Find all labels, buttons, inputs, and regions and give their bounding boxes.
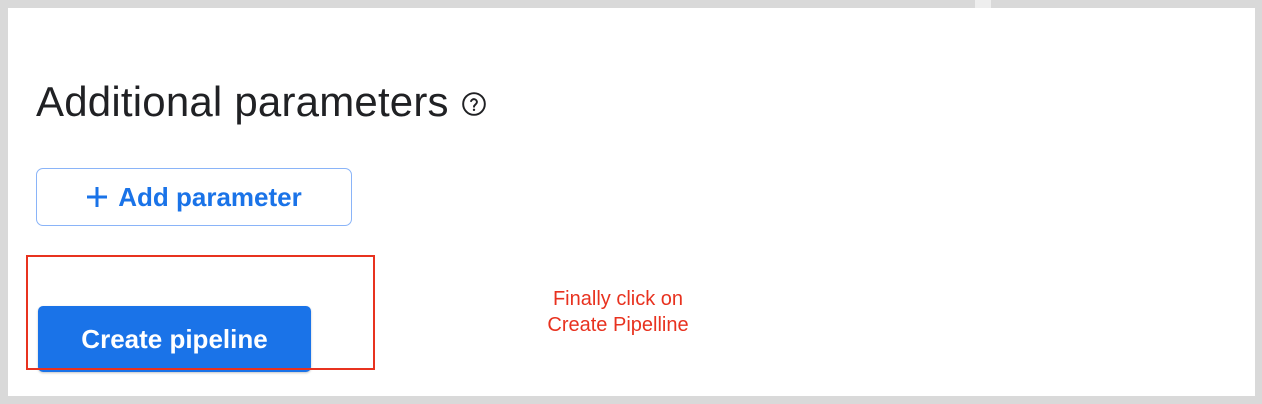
section-title: Additional parameters [36,78,449,125]
help-circle-icon[interactable] [459,89,489,119]
annotation-note: Finally click on Create Pipelline [508,286,728,338]
create-pipeline-button[interactable]: Create pipeline [38,306,311,372]
section-header: Additional parameters [36,72,489,132]
annotation-line-1: Finally click on [552,288,684,310]
annotation-line-2: Create Pipelline [547,314,689,336]
plus-icon [86,186,108,208]
add-parameter-label: Add parameter [118,181,302,212]
add-parameter-button[interactable]: Add parameter [36,168,352,226]
screenshot-frame: Additional parameters Add parameter Crea… [0,0,1262,404]
pipeline-form-panel: Additional parameters Add parameter Crea… [8,8,1255,396]
create-pipeline-label: Create pipeline [81,323,268,354]
